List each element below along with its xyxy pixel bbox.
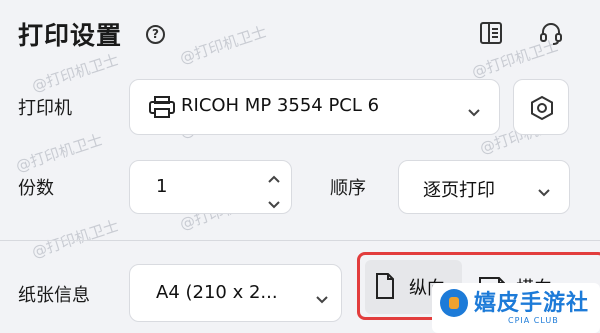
paper-select[interactable]: A4 (210 x 2...: [129, 264, 342, 322]
watermark-text: @打印机卫士: [177, 22, 269, 68]
brand-name: 嬉皮手游社: [474, 291, 590, 316]
stepper-up-icon[interactable]: [267, 169, 281, 183]
watermark-text: @打印机卫士: [13, 130, 105, 176]
hexagon-settings-icon: [528, 94, 556, 122]
order-value: 逐页打印: [423, 180, 495, 201]
paper-label: 纸张信息: [18, 285, 90, 306]
copies-stepper[interactable]: 1: [129, 160, 292, 214]
copies-label: 份数: [18, 178, 54, 199]
printer-settings-button[interactable]: [513, 79, 569, 135]
page-title: 打印设置: [18, 21, 123, 50]
paper-value: A4 (210 x 2...: [156, 282, 278, 303]
panel-layout-icon[interactable]: [478, 20, 504, 46]
portrait-page-icon: [375, 272, 395, 300]
printer-icon: [148, 95, 176, 119]
watermark-text: @打印机卫士: [29, 50, 121, 96]
help-icon[interactable]: ?: [146, 25, 165, 44]
brand-logo: [440, 289, 468, 317]
chevron-down-icon: [537, 183, 551, 197]
headset-support-icon[interactable]: [538, 20, 564, 46]
copies-value: 1: [156, 176, 168, 197]
printer-label: 打印机: [18, 98, 72, 119]
brand-badge: 嬉皮手游社 CPIA CLUB: [432, 283, 600, 333]
stepper-down-icon[interactable]: [267, 195, 281, 209]
order-label: 顺序: [330, 178, 366, 199]
chevron-down-icon: [315, 290, 329, 304]
chevron-down-icon: [467, 103, 481, 117]
watermark-text: @打印机卫士: [29, 216, 121, 262]
order-select[interactable]: 逐页打印: [398, 160, 570, 214]
section-divider: [0, 240, 600, 241]
printer-select[interactable]: RICOH MP 3554 PCL 6: [129, 79, 500, 135]
printer-value: RICOH MP 3554 PCL 6: [181, 95, 380, 116]
brand-subtitle: CPIA CLUB: [508, 316, 559, 325]
